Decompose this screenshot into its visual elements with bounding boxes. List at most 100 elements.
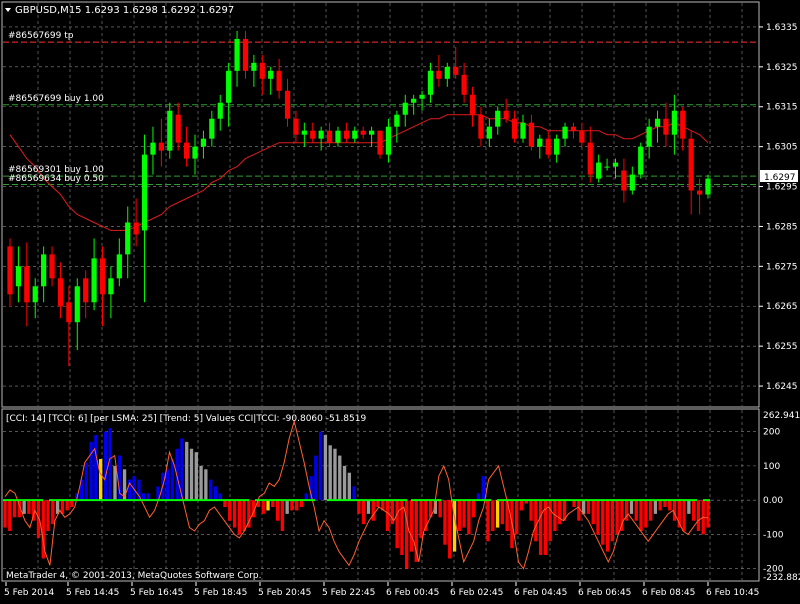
candle-body [7, 246, 13, 295]
candle-body [116, 254, 122, 279]
price-tick-label: 1.6335 [766, 23, 798, 33]
candle-body [242, 38, 249, 71]
candle-body [133, 222, 139, 235]
indicator-tick-label: 100 [763, 462, 780, 472]
candle-body [99, 258, 106, 295]
candle-body [528, 122, 535, 147]
candle-body [276, 70, 282, 91]
candle-body [629, 174, 635, 191]
candle-body [495, 110, 501, 127]
candle-body [326, 130, 333, 143]
price-tick-label: 1.6315 [766, 103, 798, 113]
time-tick-label: 6 Feb 06:45 [578, 588, 631, 598]
indicator-header: [CCI: 14] [TCCI: 6] [per LSMA: 25] [Tren… [6, 414, 366, 424]
price-tick-label: 1.6245 [766, 382, 798, 392]
candle-body [453, 66, 459, 75]
indicator-tick-label: 200 [763, 428, 780, 438]
candle-body [394, 114, 400, 127]
price-tick-label: 1.6325 [766, 63, 798, 73]
chart-header[interactable]: GBPUSD,M15 1.6293 1.6298 1.6292 1.6297 [5, 5, 234, 16]
candle-body [562, 126, 568, 139]
candle-body [654, 118, 661, 127]
candle-body [478, 114, 484, 139]
candle-body [570, 126, 577, 131]
candle-body [604, 166, 610, 168]
candle-body [310, 130, 316, 139]
current-price-tag: 1.6297 [760, 170, 798, 183]
candle-body [150, 142, 156, 155]
candle-body [486, 126, 492, 139]
time-tick-label: 6 Feb 04:45 [514, 588, 567, 598]
price-tick-label: 1.6285 [766, 222, 798, 232]
candle-body [587, 142, 593, 175]
candle-body [520, 122, 526, 139]
candle-body [503, 110, 509, 119]
time-tick-label: 6 Feb 02:45 [450, 588, 503, 598]
candle-body [419, 94, 425, 99]
time-tick-label: 5 Feb 20:45 [258, 588, 311, 598]
candle-body [74, 286, 80, 323]
order-label: #86569634 buy 0.50 [8, 173, 104, 184]
candle-body [209, 118, 215, 139]
candle-body [66, 302, 72, 323]
candle-body [696, 190, 703, 195]
candle-body [49, 254, 55, 279]
candle-body [108, 278, 114, 295]
candle-body [335, 130, 341, 143]
candle-body [251, 62, 257, 71]
candle-body [158, 142, 164, 151]
candle-body [301, 130, 307, 135]
candle-body [91, 258, 97, 303]
candle-body [318, 130, 324, 139]
candle-body [217, 102, 223, 119]
chart-canvas[interactable]: 1.6335 1.6325 1.6315 1.6305 1.6295 1.6285 1.62… [0, 0, 800, 600]
indicator-tick-label: 262.9415 [763, 411, 800, 421]
candle-body [125, 222, 131, 255]
candle-body [24, 266, 30, 303]
candle-body [41, 254, 47, 287]
time-tick-label: 5 Feb 2014 [4, 588, 55, 598]
candle-body [268, 70, 274, 79]
candle-body [621, 170, 627, 191]
candle-body [183, 142, 190, 159]
candle-body [377, 130, 383, 155]
chart-window[interactable]: 1.6335 1.6325 1.6315 1.6305 1.6295 1.6285 1.62… [0, 0, 800, 600]
candle-body [385, 126, 392, 155]
candle-body [469, 94, 476, 115]
candle-body [57, 278, 64, 307]
indicator-tick-label: -100 [763, 530, 784, 540]
candle-body [688, 138, 694, 191]
current-price-label: 1.6297 [764, 173, 796, 183]
order-label: #86567699 buy 1.00 [8, 93, 104, 104]
candle-body [369, 130, 375, 135]
candle-body [284, 90, 291, 119]
candle-body [663, 118, 669, 135]
candle-body [175, 114, 181, 143]
candle-body [360, 130, 366, 135]
candle-body [427, 70, 434, 95]
price-tick-label: 1.6255 [766, 342, 798, 352]
candle-body [461, 74, 467, 95]
candle-body [352, 130, 358, 139]
indicator-tick-label: 0.00 [763, 496, 783, 506]
candle-body [545, 138, 551, 155]
candle-body [638, 146, 644, 175]
indicator-tick-label: -232.8824 [763, 573, 800, 583]
symbol-header: GBPUSD,M15 1.6293 1.6298 1.6292 1.6297 [15, 5, 234, 16]
time-tick-label: 5 Feb 14:45 [66, 588, 119, 598]
price-tick-label: 1.6295 [766, 183, 798, 193]
time-tick-label: 6 Feb 00:45 [386, 588, 439, 598]
time-tick-label: 5 Feb 22:45 [322, 588, 375, 598]
candle-body [436, 70, 442, 79]
candle-body [402, 102, 408, 115]
order-label: #86567699 tp [8, 31, 74, 42]
candle-body [226, 70, 232, 103]
candle-body [15, 266, 22, 287]
candle-body [671, 110, 677, 135]
candle-body [537, 138, 543, 147]
candle-body [705, 178, 711, 195]
time-tick-label: 5 Feb 18:45 [194, 588, 247, 598]
candle-body [579, 130, 585, 143]
candle-body [596, 162, 602, 179]
price-tick-label: 1.6275 [766, 262, 798, 272]
